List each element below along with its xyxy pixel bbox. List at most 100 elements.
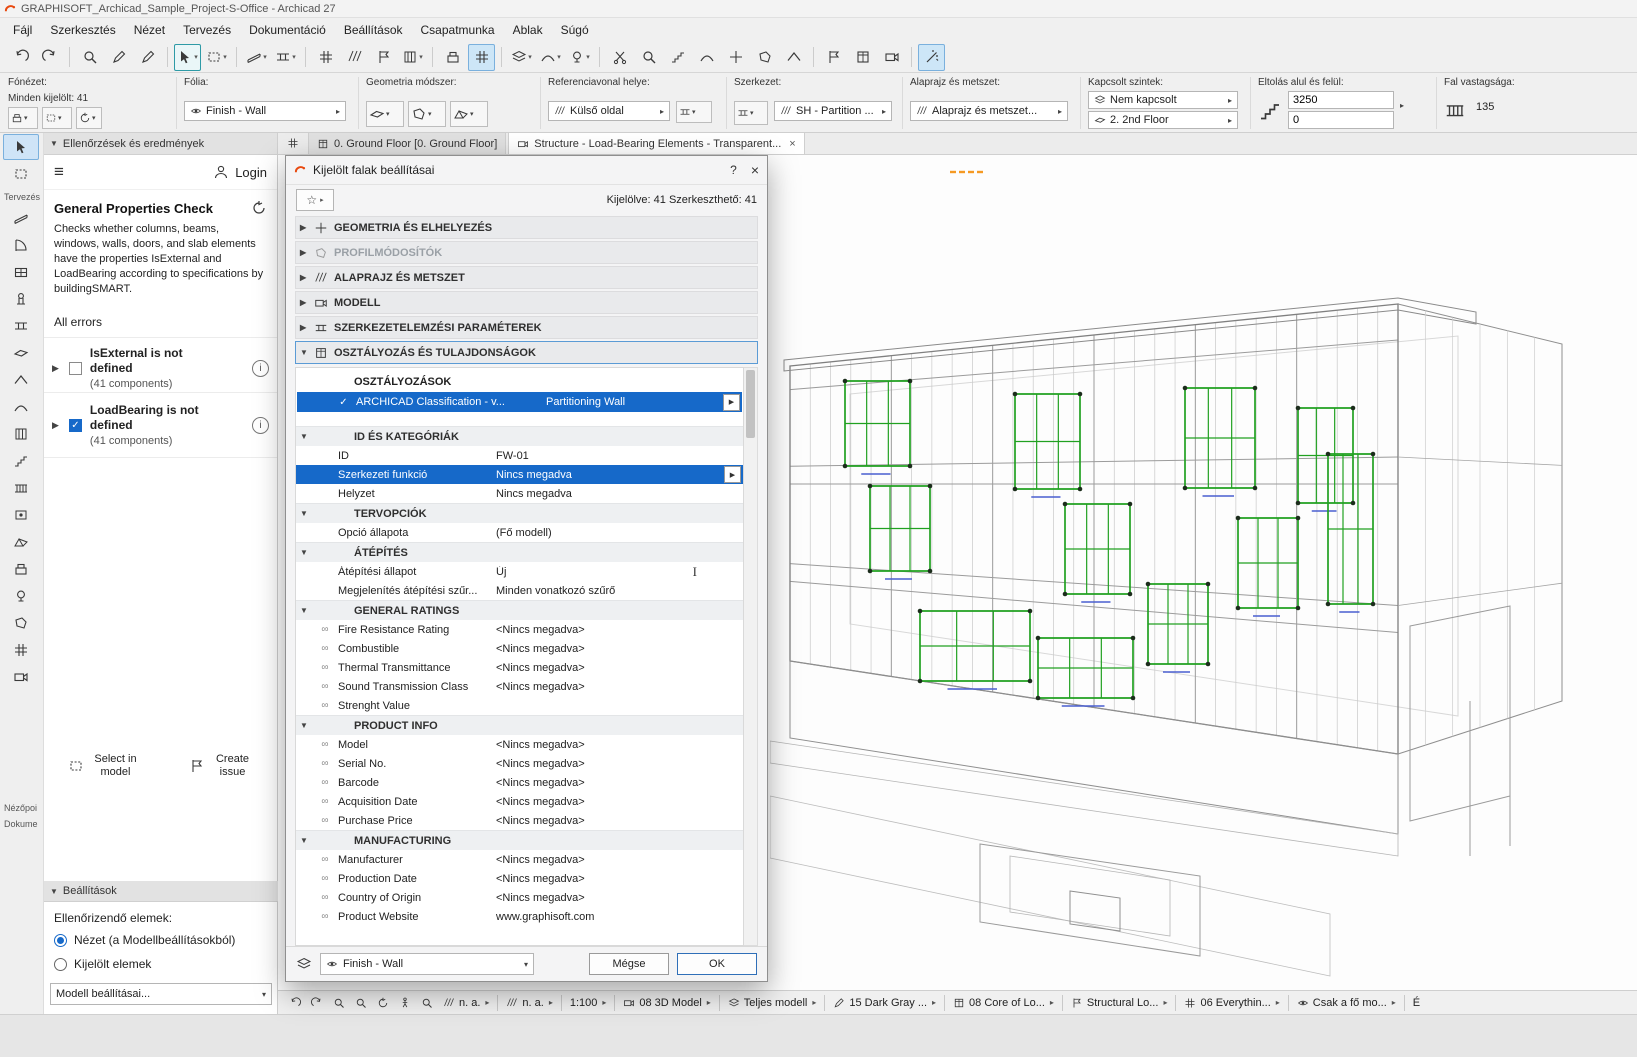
toolbox-group-tervezes[interactable]: Tervezés [0, 188, 43, 204]
login-button[interactable]: Login [235, 165, 267, 180]
radio-view-option[interactable]: Nézet (a Modellbeállításokból) [54, 933, 235, 947]
classification-expand-button[interactable] [723, 394, 740, 411]
menu-szerkesztes[interactable]: Szerkesztés [41, 19, 124, 41]
section-geometria[interactable]: GEOMETRIA ÉS ELHELYEZÉS [295, 216, 758, 239]
section-szerkezetelemzes[interactable]: SZERKEZETELEMZÉSI PARAMÉTEREK [295, 316, 758, 339]
toolbox-column[interactable] [3, 286, 39, 312]
section-alaprajz[interactable]: ALAPRAJZ ÉS METSZET [295, 266, 758, 289]
zoom-out-button[interactable] [351, 993, 371, 1013]
property-options-button[interactable] [724, 466, 741, 483]
property-row[interactable]: Country of Origin<Nincs megadva> [296, 888, 743, 907]
marker-button[interactable] [820, 44, 847, 71]
section-osztalyozas[interactable]: OSZTÁLYOZÁS ÉS TULAJDONSÁGOK [295, 341, 758, 364]
chevron-right-icon[interactable]: ▶ [52, 363, 59, 374]
status-graphic-override[interactable]: 06 Everythin... [1179, 997, 1284, 1009]
geometry-method-curved[interactable] [408, 101, 446, 127]
orbit-button[interactable] [373, 993, 393, 1013]
toolbox-stair[interactable] [3, 448, 39, 474]
group-manufacturing[interactable]: MANUFACTURING [296, 830, 743, 850]
reference-line-combo[interactable]: Külső oldal [548, 101, 670, 121]
zoom-in-button[interactable] [329, 993, 349, 1013]
split-button[interactable] [606, 44, 633, 71]
home-story-button[interactable] [780, 44, 807, 71]
menu-ablak[interactable]: Ablak [504, 19, 552, 41]
section-profilmodositok[interactable]: PROFILMÓDOSÍTÓK [295, 241, 758, 264]
ok-button[interactable]: OK [677, 953, 757, 975]
toolbox-object[interactable] [3, 556, 39, 582]
toolbox-door[interactable] [3, 232, 39, 258]
menu-sugo[interactable]: Súgó [552, 19, 598, 41]
menu-dokumentacio[interactable]: Dokumentáció [240, 19, 335, 41]
help-button[interactable]: ? [730, 163, 737, 177]
composite-combo[interactable]: SH - Partition ... [774, 101, 892, 121]
tab-3d-structure[interactable]: Structure - Load-Bearing Elements - Tran… [508, 132, 804, 154]
nav-back-button[interactable] [285, 993, 305, 1013]
beam-tool-button[interactable]: ▾ [272, 44, 299, 71]
issue-row[interactable]: ▶ IsExternal is not defined (41 componen… [44, 337, 277, 392]
property-row[interactable]: Opció állapota(Fő modell) [296, 523, 743, 542]
toolbox-roof[interactable] [3, 367, 39, 393]
classification-checkbox[interactable] [337, 396, 350, 409]
pickup-parameters-button[interactable] [105, 44, 132, 71]
cancel-button[interactable]: Mégse [589, 953, 669, 975]
undo-button[interactable] [7, 44, 34, 71]
group-atepites[interactable]: ÁTÉPÍTÉS [296, 542, 743, 562]
pen-set-button[interactable]: ▾ [537, 44, 564, 71]
property-row[interactable]: Purchase Price<Nincs megadva> [296, 811, 743, 830]
property-row[interactable]: Model<Nincs megadva> [296, 735, 743, 754]
info-icon[interactable]: i [252, 360, 269, 377]
dialog-scrollbar[interactable] [744, 367, 758, 946]
classification-row[interactable]: ARCHICAD Classification - v... Partition… [297, 392, 742, 412]
toolbox-wall[interactable] [3, 205, 39, 231]
toolbox-camera[interactable] [3, 664, 39, 690]
dialog-title-bar[interactable]: Kijelölt falak beállításai ? × [286, 156, 767, 185]
toolbox-group-nezopont[interactable]: Nézőpoi [0, 799, 43, 815]
status-partial-item[interactable]: É [1408, 997, 1430, 1009]
toolbox-railing[interactable] [3, 475, 39, 501]
nav-forward-button[interactable] [307, 993, 327, 1013]
menu-fajl[interactable]: Fájl [4, 19, 41, 41]
property-row[interactable]: Átépítési állapotÚjI [296, 562, 743, 581]
property-row[interactable]: Strenght Value [296, 696, 743, 715]
property-row[interactable]: Thermal Transmittance<Nincs megadva> [296, 658, 743, 677]
property-row[interactable]: IDFW-01 [296, 446, 743, 465]
property-row[interactable]: Combustible<Nincs megadva> [296, 639, 743, 658]
suspend-groups-button[interactable] [468, 44, 495, 71]
wall-thickness-value[interactable]: 135 [1476, 101, 1494, 113]
toolbox-lamp[interactable] [3, 583, 39, 609]
layer-combo[interactable]: Finish - Wall [184, 101, 346, 121]
all-errors-filter[interactable]: All errors [44, 305, 277, 337]
home-story-combo[interactable]: 2. 2nd Floor [1088, 111, 1238, 129]
issue-checkbox[interactable] [69, 362, 82, 375]
issue-row[interactable]: ▶ LoadBearing is not defined (41 compone… [44, 392, 277, 458]
marquee-tool-button[interactable]: ▾ [203, 44, 230, 71]
property-row[interactable]: Production Date<Nincs megadva> [296, 869, 743, 888]
fillet-button[interactable] [693, 44, 720, 71]
footer-layer-combo[interactable]: Finish - Wall [320, 953, 534, 975]
property-row[interactable]: Megjelenítés átépítési szűr...Minden von… [296, 581, 743, 600]
status-model-view-options[interactable]: Structural Lo... [1066, 997, 1173, 1009]
toolbox-window[interactable] [3, 259, 39, 285]
pet-palette-button[interactable] [439, 44, 466, 71]
snap-guides-button[interactable] [370, 44, 397, 71]
schedule-button[interactable] [849, 44, 876, 71]
toolbox-group-dokumentacio[interactable]: Dokume [0, 815, 43, 831]
radio-selected-option[interactable]: Kijelölt elemek [54, 957, 151, 971]
property-row[interactable]: Serial No.<Nincs megadva> [296, 754, 743, 773]
elevation-expand-caret[interactable]: ▸ [1400, 101, 1404, 110]
property-row[interactable]: Sound Transmission Class<Nincs megadva> [296, 677, 743, 696]
status-layer-combination[interactable]: 08 Core of Lo... [948, 997, 1059, 1009]
status-3d-model[interactable]: 08 3D Model [618, 997, 715, 1009]
group-product-info[interactable]: PRODUCT INFO [296, 715, 743, 735]
geometry-method-straight[interactable] [366, 101, 404, 127]
status-na-1[interactable]: n. a. [438, 997, 494, 1009]
structure-type-button[interactable] [734, 101, 768, 125]
toolbox-morph[interactable] [3, 610, 39, 636]
floorplan-display-combo[interactable]: Alaprajz és metszet... [910, 101, 1068, 121]
toolbox-arrow[interactable] [3, 134, 39, 160]
zoom-tool-button[interactable] [76, 44, 103, 71]
status-pen-set[interactable]: 15 Dark Gray ... [828, 997, 941, 1009]
adjust-button[interactable] [635, 44, 662, 71]
intersect-button[interactable] [722, 44, 749, 71]
create-issue-button[interactable]: Create issue [189, 753, 255, 779]
